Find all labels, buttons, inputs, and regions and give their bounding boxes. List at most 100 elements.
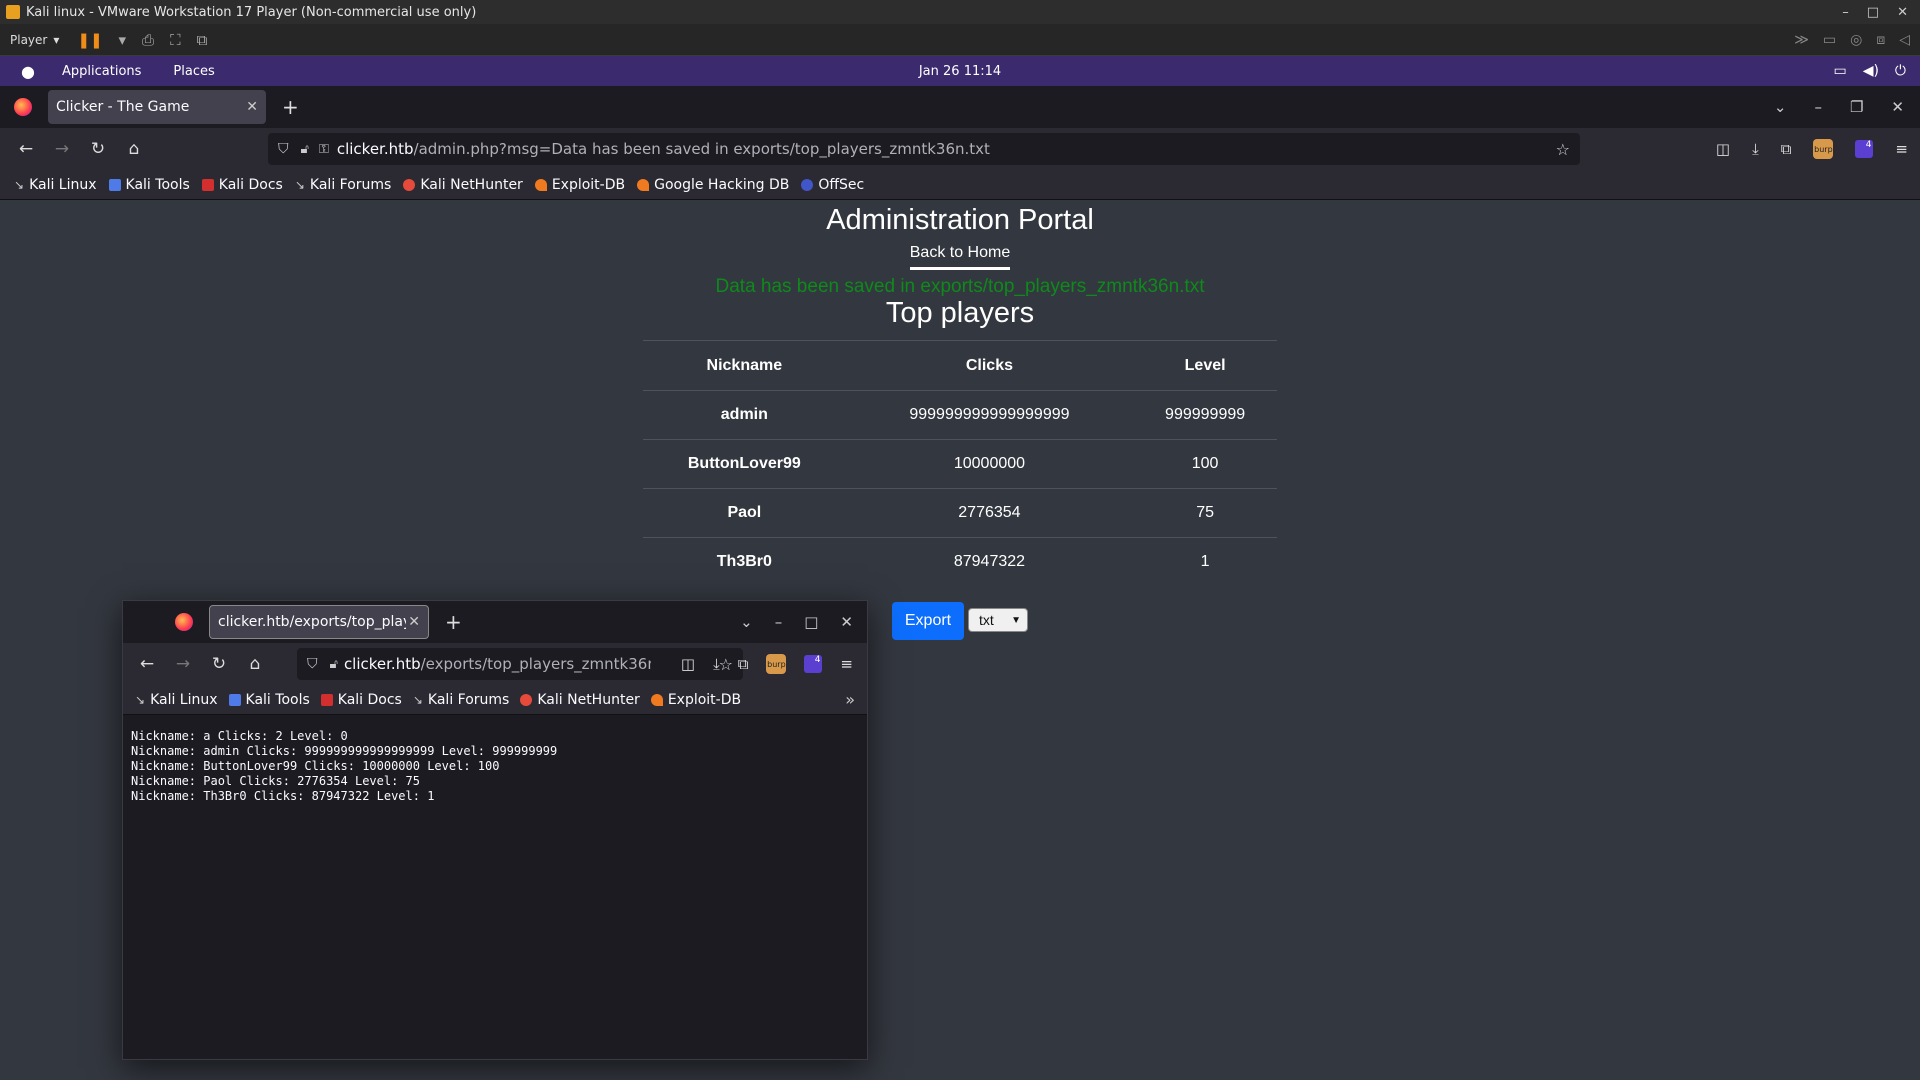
list-all-tabs-icon[interactable]: ⌄ bbox=[740, 613, 753, 631]
bookmark-exploit-db[interactable]: Exploit-DB bbox=[534, 177, 625, 193]
minimize-icon[interactable]: – bbox=[1842, 5, 1849, 20]
player-menu-button[interactable]: Player ▾ bbox=[0, 33, 69, 47]
chevron-down-icon: ▾ bbox=[53, 32, 60, 47]
extension-badge-icon[interactable]: 4 bbox=[804, 655, 823, 673]
new-tab-icon[interactable]: + bbox=[282, 95, 299, 119]
browser-tabstrip: clicker.htb/exports/top_players_zmntk36n… bbox=[123, 601, 867, 643]
bookmark-kali-forums[interactable]: ↘ Kali Forums bbox=[295, 177, 392, 193]
url-bar[interactable]: ⛉ 🔓︎ clicker.htb /exports/top_players_zm… bbox=[297, 648, 743, 680]
extension-badge-icon[interactable]: 4 bbox=[1855, 140, 1874, 158]
fullscreen-icon[interactable]: ⛶ bbox=[170, 31, 181, 49]
clicks-cell: 87947322 bbox=[953, 553, 1026, 571]
screen-icon[interactable]: ▭ bbox=[1833, 63, 1846, 79]
power-icon[interactable]: ⏻ bbox=[1895, 63, 1906, 79]
list-all-tabs-icon[interactable]: ⌄ bbox=[1774, 98, 1787, 116]
download-icon[interactable]: ⤓ bbox=[1752, 140, 1759, 158]
bookmark-exploit-db[interactable]: Exploit-DB bbox=[650, 692, 741, 708]
maximize-icon[interactable]: □ bbox=[1867, 5, 1879, 20]
download-icon[interactable]: ⤓ bbox=[713, 655, 720, 673]
new-tab-icon[interactable]: + bbox=[445, 610, 462, 634]
bookmark-kali-docs[interactable]: Kali Docs bbox=[320, 692, 402, 708]
tab-export-file[interactable]: clicker.htb/exports/top_players_zmntk36n… bbox=[209, 605, 429, 639]
close-icon[interactable]: ✕ bbox=[1897, 5, 1908, 20]
minimize-icon[interactable]: – bbox=[1814, 98, 1822, 116]
tab-title: Clicker - The Game bbox=[56, 99, 190, 115]
nickname-cell: Paol bbox=[643, 488, 846, 538]
save-message: Data has been saved in exports/top_playe… bbox=[715, 276, 1205, 297]
forward-icon[interactable]: → bbox=[165, 654, 201, 674]
burp-extension-icon[interactable]: burp bbox=[766, 654, 787, 674]
close-icon[interactable]: ✕ bbox=[1891, 98, 1904, 116]
toolbar-buttons: ◫ ⤓ ⧉ burp 4 ≡ bbox=[681, 643, 853, 685]
menu-icon[interactable]: ≡ bbox=[1895, 140, 1908, 158]
sound-icon[interactable]: ◁ bbox=[1899, 32, 1910, 48]
bookmark-kali-nethunter[interactable]: Kali NetHunter bbox=[403, 177, 523, 193]
maximize-icon[interactable]: □ bbox=[804, 613, 818, 631]
bookmark-kali-linux[interactable]: ↘ Kali Linux bbox=[14, 177, 97, 193]
places-menu[interactable]: Places bbox=[157, 64, 230, 79]
fast-forward-icon[interactable]: ≫ bbox=[1794, 32, 1809, 48]
bookmark-kali-tools[interactable]: Kali Tools bbox=[228, 692, 310, 708]
pause-icon[interactable]: ❚❚ bbox=[77, 31, 102, 49]
applications-menu[interactable]: Applications bbox=[46, 64, 157, 79]
bookmark-kali-docs[interactable]: Kali Docs bbox=[201, 177, 283, 193]
url-bar[interactable]: ⛉ 🔓︎ ⚿ clicker.htb /admin.php?msg=Data h… bbox=[268, 133, 1580, 165]
cd-icon[interactable]: ◎ bbox=[1850, 32, 1862, 48]
close-icon[interactable]: ✕ bbox=[840, 613, 853, 631]
unity-icon[interactable]: ⧉ bbox=[197, 31, 208, 49]
extensions-icon[interactable]: ⧉ bbox=[1781, 140, 1792, 158]
reload-icon[interactable]: ↻ bbox=[201, 654, 237, 674]
column-header: Level bbox=[1133, 340, 1277, 391]
extensions-icon[interactable]: ⧉ bbox=[738, 655, 749, 673]
shield-icon[interactable]: ⛉ bbox=[307, 656, 318, 672]
bookmark-google-hacking-db[interactable]: Google Hacking DB bbox=[637, 177, 789, 193]
file-line: Nickname: ButtonLover99 Clicks: 10000000… bbox=[131, 759, 500, 773]
firefox-icon[interactable] bbox=[175, 613, 193, 631]
bookmark-kali-tools[interactable]: Kali Tools bbox=[108, 177, 190, 193]
bookmark-kali-nethunter[interactable]: Kali NetHunter bbox=[520, 692, 640, 708]
vm-toolbar: Player ▾ ❚❚ ▾ ⎙ ⛶ ⧉ ≫ ▭ ◎ ⧈ ◁ bbox=[0, 24, 1920, 56]
hard-disk-icon[interactable]: ▭ bbox=[1823, 32, 1836, 48]
home-icon[interactable]: ⌂ bbox=[237, 654, 273, 674]
bookmarks-toolbar: ↘ Kali Linux Kali Tools Kali Docs ↘ Kali F… bbox=[123, 685, 867, 715]
firefox-icon[interactable] bbox=[14, 98, 32, 116]
bookmark-offsec[interactable]: OffSec bbox=[801, 177, 864, 193]
close-icon[interactable]: ✕ bbox=[408, 614, 420, 630]
more-bookmarks-icon[interactable]: » bbox=[845, 690, 855, 709]
tab-clicker-game[interactable]: Clicker - The Game ✕ bbox=[48, 90, 266, 124]
volume-icon[interactable]: ◀) bbox=[1863, 63, 1879, 79]
restore-icon[interactable]: ❐ bbox=[1850, 98, 1863, 116]
table-row: ButtonLover99 10000000 100 bbox=[643, 439, 1277, 489]
export-button[interactable]: Export bbox=[892, 602, 964, 640]
apple-icon[interactable]: ● bbox=[10, 62, 46, 81]
lock-icon[interactable]: 🔓︎ bbox=[301, 142, 309, 157]
minimize-icon[interactable]: – bbox=[775, 613, 783, 631]
back-icon[interactable]: ← bbox=[8, 139, 44, 159]
vm-titlebar: Kali linux - VMware Workstation 17 Playe… bbox=[0, 0, 1920, 24]
menu-icon[interactable]: ≡ bbox=[840, 655, 853, 673]
nickname-cell: admin bbox=[643, 390, 846, 440]
panel-clock[interactable]: Jan 26 11:14 bbox=[919, 64, 1001, 79]
back-icon[interactable]: ← bbox=[129, 654, 165, 674]
browser-window-controls: ⌄ – ❐ ✕ bbox=[1774, 98, 1920, 116]
reload-icon[interactable]: ↻ bbox=[80, 139, 116, 159]
send-ctrl-alt-del-icon[interactable]: ⎙ bbox=[142, 31, 154, 49]
pocket-icon[interactable]: ◫ bbox=[1716, 140, 1730, 158]
forward-icon[interactable]: → bbox=[44, 139, 80, 159]
lock-icon[interactable]: 🔓︎ bbox=[330, 657, 338, 672]
permissions-icon[interactable]: ⚿ bbox=[319, 142, 329, 157]
shield-icon[interactable]: ⛉ bbox=[278, 141, 289, 157]
pocket-icon[interactable]: ◫ bbox=[681, 655, 695, 673]
dropdown-icon[interactable]: ▾ bbox=[119, 31, 127, 49]
close-icon[interactable]: ✕ bbox=[246, 99, 258, 115]
bookmark-label: Kali Forums bbox=[309, 176, 392, 193]
export-format-select[interactable]: txt ▼ bbox=[968, 608, 1028, 632]
bookmark-kali-linux[interactable]: ↘ Kali Linux bbox=[135, 692, 218, 708]
toolbar-buttons: ◫ ⤓ ⧉ burp 4 ≡ bbox=[1716, 128, 1908, 170]
bookmark-star-icon[interactable]: ☆ bbox=[1556, 140, 1570, 159]
home-icon[interactable]: ⌂ bbox=[116, 139, 152, 159]
network-icon[interactable]: ⧈ bbox=[1876, 32, 1885, 48]
back-to-home-link[interactable]: Back to Home bbox=[909, 244, 1011, 270]
bookmark-kali-forums[interactable]: ↘ Kali Forums bbox=[413, 692, 510, 708]
burp-extension-icon[interactable]: burp bbox=[1813, 139, 1834, 159]
